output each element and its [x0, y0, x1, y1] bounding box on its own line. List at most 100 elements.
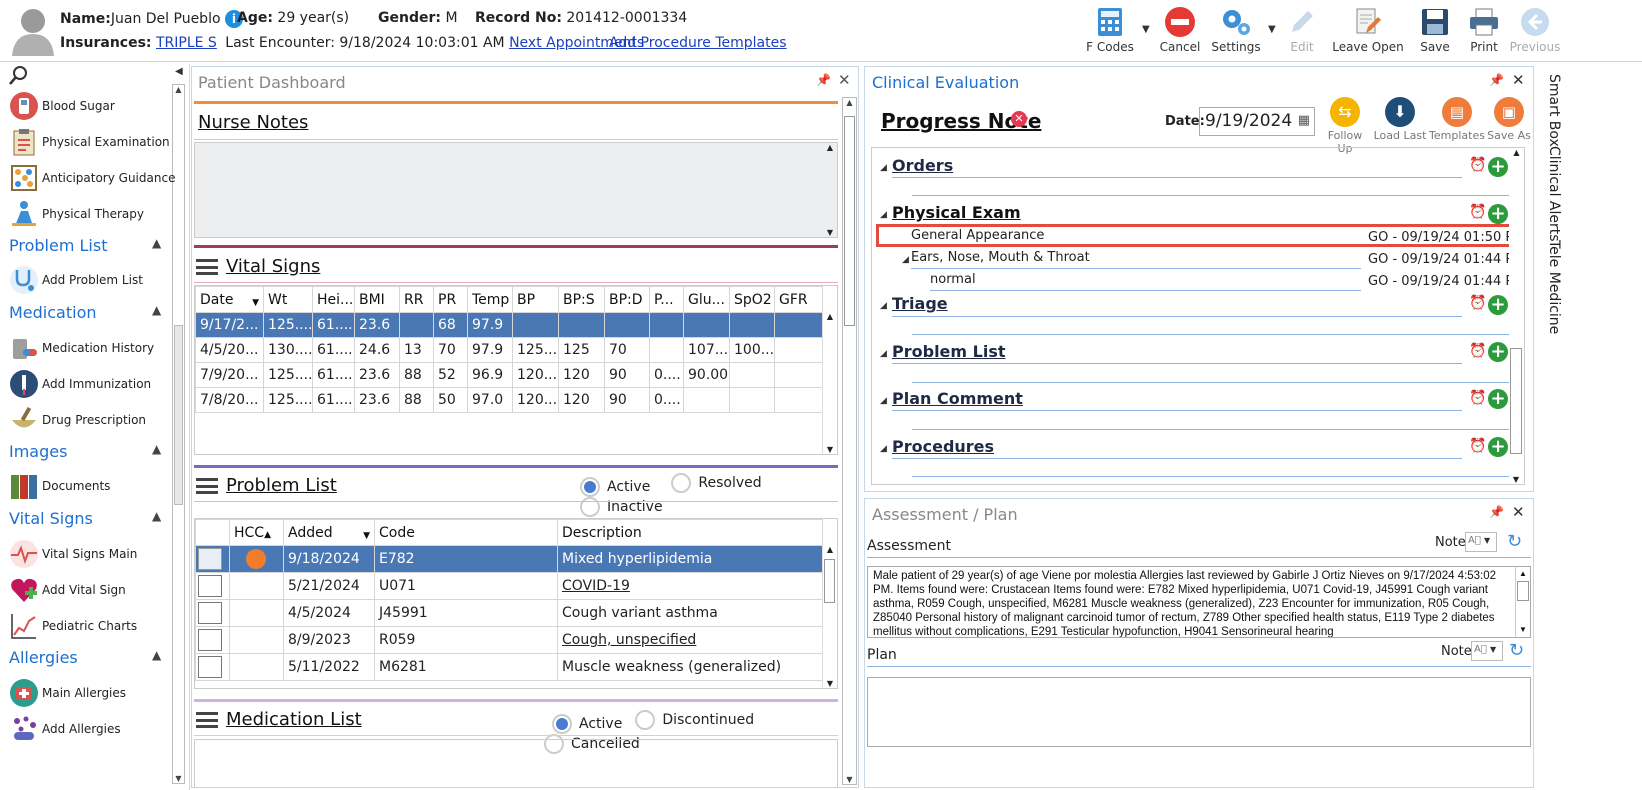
leave-open-button[interactable]: Leave Open: [1332, 4, 1404, 54]
problem-link[interactable]: Cough, unspecified: [562, 632, 696, 648]
assessment-textarea[interactable]: Male patient of 29 year(s) of age Viene …: [867, 566, 1531, 638]
table-row[interactable]: 5/11/2022 M6281 Muscle weakness (general…: [195, 653, 823, 681]
tab-smart-box[interactable]: Smart Box: [1546, 74, 1562, 147]
calendar-icon[interactable]: ▦: [1298, 113, 1310, 128]
nav-item-anticipatory-guidance[interactable]: Anticipatory Guidance: [8, 162, 175, 194]
alarm-clock-icon[interactable]: ⏰: [1469, 204, 1486, 220]
nav-item-add-vital-sign[interactable]: Add Vital Sign: [8, 574, 126, 606]
nav-section-medication[interactable]: Medication ▲: [9, 303, 161, 322]
col-height[interactable]: Hei...: [312, 286, 355, 313]
chevron-up-icon[interactable]: ▲: [152, 509, 161, 523]
chevron-up-icon[interactable]: ▲: [152, 236, 161, 250]
tab-tele-medicine[interactable]: Tele Medicine: [1546, 240, 1562, 334]
section-problem-list[interactable]: Problem List: [892, 342, 1006, 361]
col-rr[interactable]: RR: [399, 286, 434, 313]
problem-list-menu-icon[interactable]: [196, 478, 218, 494]
add-procedure-button[interactable]: +: [1488, 437, 1508, 457]
pe-item-ears-nose-mouth-throat[interactable]: Ears, Nose, Mouth & Throat: [911, 250, 1090, 265]
nurse-notes-textarea[interactable]: ▲ ▼: [194, 142, 838, 238]
collapse-triangle-icon[interactable]: ◢: [880, 444, 887, 454]
sort-dropdown-icon[interactable]: ▼: [252, 298, 259, 308]
row-checkbox[interactable]: [198, 548, 222, 570]
pin-icon[interactable]: 📌: [1489, 505, 1504, 519]
row-checkbox[interactable]: [198, 656, 222, 678]
collapse-triangle-icon[interactable]: ◢: [880, 210, 887, 220]
nav-item-add-immunization[interactable]: Add Immunization: [8, 368, 151, 400]
filter-active-radio[interactable]: Active: [552, 714, 622, 734]
collapse-triangle-icon[interactable]: ◢: [902, 255, 909, 265]
nav-item-physical-examination[interactable]: Physical Examination: [8, 126, 170, 158]
dashboard-scroll-thumb[interactable]: [844, 116, 855, 326]
settings-button[interactable]: Settings: [1206, 4, 1266, 54]
col-temp[interactable]: Temp: [467, 286, 513, 313]
col-select[interactable]: [195, 519, 230, 546]
col-wt[interactable]: Wt: [263, 286, 313, 313]
add-orders-button[interactable]: +: [1488, 157, 1508, 177]
section-orders[interactable]: Orders: [892, 156, 953, 175]
search-icon[interactable]: [8, 64, 30, 86]
collapse-triangle-icon[interactable]: ◢: [880, 301, 887, 311]
collapse-triangle-icon[interactable]: ◢: [880, 349, 887, 359]
row-checkbox[interactable]: [198, 602, 222, 624]
nav-section-problem-list[interactable]: Problem List ▲: [9, 236, 161, 255]
col-code[interactable]: Code: [374, 519, 558, 546]
nav-item-add-allergies[interactable]: Add Allergies: [8, 713, 121, 745]
plan-textarea[interactable]: [867, 677, 1531, 747]
nav-item-medication-history[interactable]: Medication History: [8, 332, 154, 364]
nav-item-blood-sugar[interactable]: Blood Sugar: [8, 90, 115, 122]
chevron-up-icon[interactable]: ▲: [152, 303, 161, 317]
col-bp[interactable]: BP: [512, 286, 559, 313]
collapse-triangle-icon[interactable]: ◢: [880, 163, 887, 173]
nav-section-allergies[interactable]: Allergies ▲: [9, 648, 161, 667]
table-row[interactable]: 9/17/2... 125.... 61.... 23.6 68 97.9: [195, 312, 823, 338]
col-bpd[interactable]: BP:D: [604, 286, 650, 313]
nav-item-physical-therapy[interactable]: Physical Therapy: [8, 198, 144, 230]
nav-item-main-allergies[interactable]: Main Allergies: [8, 677, 126, 709]
alarm-clock-icon[interactable]: ⏰: [1469, 390, 1486, 406]
save-as-button[interactable]: ▣ Save As: [1485, 97, 1533, 142]
col-bps[interactable]: BP:S: [558, 286, 605, 313]
tab-clinical-alerts[interactable]: Clinical Alerts: [1546, 146, 1562, 242]
section-triage[interactable]: Triage: [892, 294, 948, 313]
table-row[interactable]: 7/9/20... 125.... 61.... 23.6 88 52 96.9 120...…: [195, 362, 823, 388]
section-physical-exam[interactable]: Physical Exam: [892, 203, 1021, 222]
nav-scroll-thumb[interactable]: [174, 325, 183, 505]
alarm-clock-icon[interactable]: ⏰: [1469, 157, 1486, 173]
pin-icon[interactable]: 📌: [1489, 73, 1504, 87]
fcodes-button[interactable]: F Codes: [1080, 4, 1140, 54]
problem-link[interactable]: COVID-19: [562, 578, 630, 594]
alarm-clock-icon[interactable]: ⏰: [1469, 438, 1486, 454]
col-date[interactable]: Date ▼: [195, 286, 264, 313]
progress-note-scrollbar[interactable]: ▲ ▼: [1509, 148, 1524, 484]
close-icon[interactable]: ✕: [1512, 71, 1525, 89]
row-checkbox[interactable]: [198, 575, 222, 597]
note-format-dropdown[interactable]: A⃞ ▼: [1465, 532, 1497, 552]
close-icon[interactable]: ✕: [838, 71, 851, 89]
nav-item-add-problem-list[interactable]: Add Problem List: [8, 264, 143, 296]
col-p[interactable]: P...: [649, 286, 684, 313]
col-description[interactable]: Description: [557, 519, 823, 546]
filter-resolved-radio[interactable]: Resolved: [671, 473, 762, 493]
templates-button[interactable]: ▤ Templates: [1429, 97, 1485, 142]
cancel-button[interactable]: Cancel: [1150, 4, 1210, 54]
chevron-up-icon[interactable]: ▲: [152, 442, 161, 456]
table-row[interactable]: 5/21/2024 U071 COVID-19: [195, 572, 823, 600]
alarm-clock-icon[interactable]: ⏰: [1469, 295, 1486, 311]
previous-button[interactable]: Previous: [1505, 4, 1565, 54]
collapse-nav-icon[interactable]: ◀: [175, 66, 183, 77]
add-plan-comment-button[interactable]: +: [1488, 389, 1508, 409]
edit-button[interactable]: Edit: [1272, 4, 1332, 54]
col-pr[interactable]: PR: [433, 286, 468, 313]
nav-item-pediatric-charts[interactable]: Pediatric Charts: [8, 610, 137, 642]
sort-asc-icon[interactable]: ▲: [264, 530, 271, 540]
table-row[interactable]: 8/9/2023 R059 Cough, unspecified: [195, 626, 823, 654]
filter-discontinued-radio[interactable]: Discontinued: [635, 710, 754, 730]
insurance-link[interactable]: TRIPLE S: [156, 35, 217, 51]
refresh-icon[interactable]: ↻: [1507, 531, 1522, 552]
col-glucose[interactable]: Glu...: [683, 286, 730, 313]
col-spo2[interactable]: SpO2: [729, 286, 775, 313]
table-row[interactable]: 9/18/2024 E782 Mixed hyperlipidemia: [195, 545, 823, 573]
filter-active-radio[interactable]: Active: [580, 477, 650, 497]
filter-inactive-radio[interactable]: Inactive: [580, 497, 663, 517]
col-bmi[interactable]: BMI: [354, 286, 400, 313]
